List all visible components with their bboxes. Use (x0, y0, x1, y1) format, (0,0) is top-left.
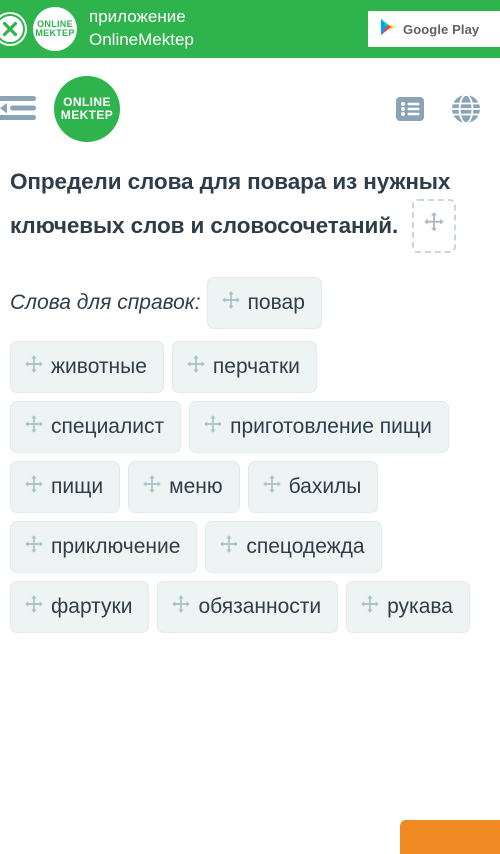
move-arrows-icon (221, 290, 241, 316)
word-chip-label: перчатки (212, 354, 300, 378)
page-title: Определи слова для повара из нужных ключ… (10, 166, 490, 255)
word-chip-label: специалист (51, 414, 165, 438)
menu-collapse-icon[interactable] (0, 89, 42, 129)
move-arrows-icon (262, 474, 282, 500)
promo-text-line1: приложение (89, 7, 186, 27)
task-title-text: Определи слова для повара из нужных ключ… (10, 169, 451, 238)
app-promo-bar: ONLINE MEKTEP приложение OnlineMektep Go… (0, 0, 500, 58)
word-chip-list: животные перчатки специалист приготовление … (10, 340, 490, 634)
word-chip-label: приключение (51, 535, 181, 559)
word-chip[interactable]: животные (10, 340, 164, 393)
reference-words-label: Слова для справок: (10, 290, 201, 314)
word-chip[interactable]: обязанности (157, 581, 339, 634)
close-icon[interactable] (0, 12, 27, 46)
google-play-label: Google Play (403, 21, 480, 37)
word-chip[interactable]: специалист (10, 400, 182, 454)
word-chip[interactable]: спецодежда (205, 521, 382, 574)
word-chip[interactable]: приготовление пищи (189, 400, 449, 454)
word-chip-label: рукава (387, 595, 453, 619)
move-arrows-icon (203, 414, 223, 440)
nav-logo-line2: MEKTEP (60, 108, 114, 122)
word-chip-label: животные (51, 354, 147, 378)
word-chip[interactable]: рукава (346, 581, 470, 634)
move-arrows-icon (219, 534, 239, 560)
move-arrows-icon (24, 594, 44, 620)
promo-text: приложение OnlineMektep (89, 6, 368, 52)
word-chip-label: спецодежда (246, 535, 365, 559)
move-arrows-icon (186, 354, 206, 380)
task-content: Определи слова для повара из нужных ключ… (0, 160, 500, 634)
word-chip-label: повар (247, 290, 305, 314)
answer-drop-zone[interactable] (412, 198, 457, 253)
promo-onlinemektep-logo: ONLINE MEKTEP (33, 7, 77, 51)
word-chip[interactable]: бахилы (247, 461, 379, 514)
word-chip-label: бахилы (288, 475, 362, 499)
reference-words-row: Слова для справок: повар (10, 276, 490, 329)
word-chip[interactable]: фартуки (10, 581, 150, 634)
word-chip[interactable]: меню (128, 461, 240, 514)
word-chip[interactable]: приключение (10, 521, 198, 574)
word-chip-label: приготовление пищи (230, 414, 432, 438)
word-chip[interactable]: перчатки (171, 340, 317, 393)
top-navbar: ONLINE MEKTEP (0, 58, 500, 160)
move-arrows-icon (24, 534, 44, 560)
word-chip-povar[interactable]: повар (206, 276, 322, 329)
move-arrows-icon (171, 594, 191, 620)
move-arrows-icon (24, 354, 44, 380)
word-chip-label: меню (169, 475, 223, 499)
move-arrows-icon (423, 209, 445, 242)
word-chip-label: пищи (51, 475, 104, 499)
promo-text-line2: OnlineMektep (89, 30, 194, 49)
promo-logo-line2: MEKTEP (35, 28, 75, 38)
google-play-button[interactable]: Google Play (368, 11, 500, 47)
globe-icon[interactable] (446, 89, 486, 129)
word-chip[interactable]: пищи (10, 461, 121, 514)
move-arrows-icon (142, 474, 162, 500)
onlinemektep-logo[interactable]: ONLINE MEKTEP (54, 76, 120, 142)
move-arrows-icon (360, 594, 380, 620)
move-arrows-icon (24, 414, 44, 440)
list-icon[interactable] (390, 89, 430, 129)
move-arrows-icon (24, 474, 44, 500)
google-play-icon (380, 18, 396, 41)
word-chip-label: фартуки (51, 595, 133, 619)
next-button[interactable] (400, 820, 500, 854)
word-chip-label: обязанности (198, 595, 322, 619)
